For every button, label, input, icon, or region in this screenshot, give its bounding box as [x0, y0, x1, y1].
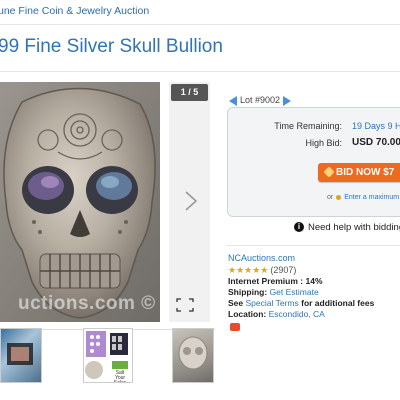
watermark: uctions.com ©: [18, 293, 156, 314]
shipping-estimate-link[interactable]: Get Estimate: [270, 287, 319, 297]
chevron-right-icon[interactable]: [182, 190, 200, 212]
or-text: or: [327, 194, 334, 201]
help-link[interactable]: i Need help with bidding: [294, 222, 400, 233]
seller-rating: ★★★★★ (2907): [228, 265, 296, 276]
max-bid-row: or Enter a maximum: [327, 194, 399, 201]
skull-image: [0, 82, 160, 322]
special-terms: See Special Terms for additional fees: [228, 298, 375, 308]
location-link[interactable]: Escondido, CA: [269, 309, 325, 319]
info-icon: i: [294, 222, 304, 233]
shipping: Shipping: Get Estimate: [228, 287, 319, 297]
main-product-image[interactable]: [0, 82, 160, 322]
time-remaining-label: Time Remaining:: [274, 121, 342, 131]
time-remaining-value: 19 Days 9 H: [352, 121, 400, 131]
location: Location: Escondido, CA: [228, 309, 325, 319]
rating-count[interactable]: (2907): [270, 265, 296, 275]
internet-premium: Internet Premium : 14%: [228, 276, 323, 286]
next-lot-icon[interactable]: [283, 95, 292, 106]
lot-number: Lot #9002: [240, 95, 281, 105]
high-bid-label: High Bid:: [305, 138, 342, 148]
thumbnail-image[interactable]: [0, 328, 42, 383]
tag-icon: [323, 166, 335, 179]
divider: [0, 71, 400, 72]
seller-link[interactable]: NCAuctions.com: [228, 253, 295, 263]
help-text: Need help with bidding: [308, 222, 400, 233]
high-bid-value: USD 70.00: [352, 137, 400, 148]
bid-now-label: BID NOW $7: [336, 167, 395, 178]
premium-value: 14%: [305, 276, 323, 286]
bid-now-button[interactable]: BID NOW $7: [318, 163, 400, 182]
thumbnail-image[interactable]: [172, 328, 214, 383]
bullet-icon: [336, 194, 342, 200]
thumbnail-image[interactable]: Salt Your Sales: [83, 328, 133, 383]
divider: [226, 245, 400, 246]
page-title: 99 Fine Silver Skull Bullion: [0, 36, 223, 57]
badge-icon: [230, 323, 240, 331]
max-bid-link[interactable]: Enter a maximum: [344, 194, 399, 201]
breadcrumb[interactable]: une Fine Coin & Jewelry Auction: [0, 5, 149, 17]
image-counter: 1 / 5: [171, 84, 208, 101]
previous-lot-icon[interactable]: [229, 95, 237, 106]
expand-icon[interactable]: [176, 298, 194, 312]
special-terms-link[interactable]: Special Terms: [246, 298, 299, 308]
lot-navigation: Lot #9002: [229, 95, 292, 107]
thumbnail-caption: Salt Your Sales: [113, 370, 127, 383]
star-rating-icon: ★★★★★: [228, 265, 269, 275]
